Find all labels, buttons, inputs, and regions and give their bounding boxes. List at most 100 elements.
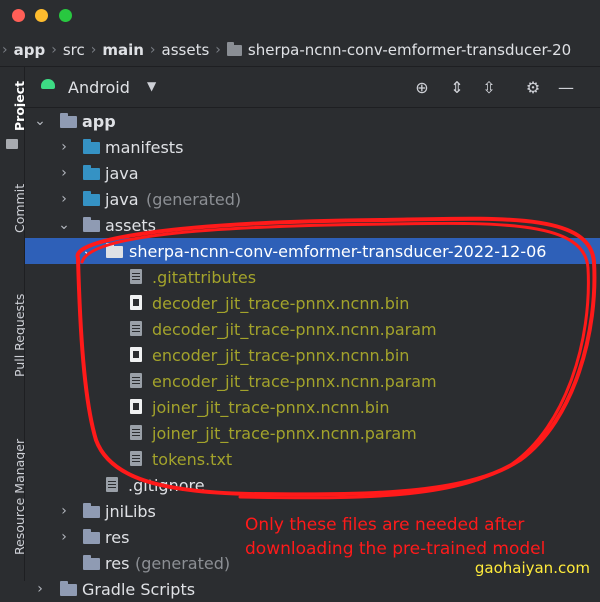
breadcrumb-app-label: app — [13, 41, 46, 59]
module-folder-icon — [60, 113, 77, 128]
tree-item-label: java — [105, 189, 139, 209]
text-file-icon — [130, 321, 142, 336]
chevron-down-icon[interactable]: ⌄ — [57, 217, 71, 233]
tree-item-label: app — [82, 111, 116, 131]
breadcrumb-main-label: main — [102, 41, 144, 59]
project-toolbar: Android ▼ ⊕ ⇕ ⇳ ⚙ — — [25, 67, 600, 108]
breadcrumb-app[interactable]: app — [10, 41, 50, 59]
tree-item-file[interactable]: .gitattributes — [25, 264, 600, 290]
tree-item-file[interactable]: joiner_jit_trace-pnnx.ncnn.param — [25, 420, 600, 446]
chevron-right-icon[interactable]: › — [57, 139, 71, 155]
tree-item-label: decoder_jit_trace-pnnx.ncnn.bin — [152, 293, 410, 313]
breadcrumb: › app › src › main › assets › sherpa-ncn… — [0, 34, 600, 67]
tree-item-java-generated[interactable]: › java (generated) — [25, 186, 600, 212]
tree-item-label: .gitattributes — [152, 267, 257, 287]
tree-item-label: joiner_jit_trace-pnnx.ncnn.param — [152, 423, 417, 443]
chevron-down-icon[interactable]: ⌄ — [81, 243, 95, 259]
window-titlebar — [0, 0, 600, 32]
folder-icon — [83, 503, 100, 518]
breadcrumb-model-folder[interactable]: sherpa-ncnn-conv-emformer-transducer-20 — [223, 41, 575, 59]
generated-suffix: (generated) — [146, 189, 242, 209]
tree-item-java[interactable]: › java — [25, 160, 600, 186]
folder-icon — [226, 41, 242, 56]
chevron-down-icon[interactable]: ⌄ — [33, 113, 47, 129]
tree-item-label: res — [105, 553, 130, 573]
text-file-icon — [106, 477, 118, 492]
tree-item-label: encoder_jit_trace-pnnx.ncnn.param — [152, 371, 437, 391]
tree-item-app[interactable]: ⌄ app — [25, 108, 600, 134]
collapse-all-icon[interactable]: ⇳ — [478, 76, 500, 98]
tree-item-label: jniLibs — [105, 501, 156, 521]
text-file-icon — [130, 373, 142, 388]
tree-item-label: sherpa-ncnn-conv-emformer-transducer-202… — [129, 241, 547, 261]
tree-item-file[interactable]: decoder_jit_trace-pnnx.ncnn.param — [25, 316, 600, 342]
annotation-note: Only these files are needed after downlo… — [245, 513, 545, 561]
tree-item-file[interactable]: decoder_jit_trace-pnnx.ncnn.bin — [25, 290, 600, 316]
chevron-right-icon: › — [2, 42, 8, 58]
breadcrumb-main[interactable]: main — [98, 41, 148, 59]
gear-icon[interactable]: ⚙ — [522, 76, 544, 98]
tree-item-file[interactable]: joiner_jit_trace-pnnx.ncnn.bin — [25, 394, 600, 420]
chevron-right-icon[interactable]: › — [33, 581, 47, 597]
folder-icon — [83, 217, 100, 232]
chevron-right-icon[interactable]: › — [57, 191, 71, 207]
annotation-line: Only these files are needed after — [245, 515, 525, 535]
breadcrumb-model-folder-label: sherpa-ncnn-conv-emformer-transducer-20 — [247, 41, 572, 59]
breadcrumb-assets-label: assets — [161, 41, 210, 59]
tree-item-manifests[interactable]: › manifests — [25, 134, 600, 160]
tree-item-model-folder[interactable]: ⌄ sherpa-ncnn-conv-emformer-transducer-2… — [25, 238, 600, 264]
zoom-window-button[interactable] — [59, 9, 72, 22]
folder-icon — [83, 139, 100, 154]
chevron-right-icon: › — [149, 42, 156, 58]
minimize-window-button[interactable] — [35, 9, 48, 22]
binary-file-icon — [130, 399, 142, 414]
tree-item-label: decoder_jit_trace-pnnx.ncnn.param — [152, 319, 437, 339]
chevron-down-icon[interactable]: ▼ — [147, 79, 156, 93]
chevron-right-icon: › — [215, 42, 221, 58]
tree-item-gitignore[interactable]: .gitignore — [25, 472, 600, 498]
breadcrumb-src[interactable]: src — [59, 41, 89, 59]
text-file-icon — [130, 269, 142, 284]
generated-suffix: (generated) — [135, 553, 231, 573]
tree-item-label: manifests — [105, 137, 184, 157]
binary-file-icon — [130, 347, 142, 362]
tree-item-label: res — [105, 527, 130, 547]
generated-folder-icon — [83, 555, 100, 570]
folder-icon — [83, 165, 100, 180]
folder-icon — [83, 529, 100, 544]
breadcrumb-assets[interactable]: assets — [158, 41, 214, 59]
tree-item-label: .gitignore — [128, 475, 205, 495]
tree-item-file[interactable]: tokens.txt — [25, 446, 600, 472]
chevron-right-icon[interactable]: › — [57, 503, 71, 519]
close-window-button[interactable] — [12, 9, 25, 22]
binary-file-icon — [130, 295, 142, 310]
view-selector[interactable]: Android — [68, 78, 130, 97]
tree-item-file[interactable]: encoder_jit_trace-pnnx.ncnn.param — [25, 368, 600, 394]
tree-item-file[interactable]: encoder_jit_trace-pnnx.ncnn.bin — [25, 342, 600, 368]
tree-item-gradle-scripts[interactable]: › Gradle Scripts — [25, 576, 600, 602]
locate-icon[interactable]: ⊕ — [411, 76, 433, 98]
tree-item-label: assets — [105, 215, 156, 235]
chevron-right-icon[interactable]: › — [57, 165, 71, 181]
tree-item-label: Gradle Scripts — [82, 579, 196, 599]
tree-item-label: tokens.txt — [152, 449, 233, 469]
tree-item-label: joiner_jit_trace-pnnx.ncnn.bin — [152, 397, 390, 417]
project-panel: Android ▼ ⊕ ⇕ ⇳ ⚙ — ⌄ app › manifests › … — [25, 67, 600, 599]
watermark: gaohaiyan.com — [474, 559, 590, 577]
generated-folder-icon — [83, 191, 100, 206]
annotation-line: downloading the pre-trained model — [245, 539, 546, 559]
text-file-icon — [130, 451, 142, 466]
tree-item-assets[interactable]: ⌄ assets — [25, 212, 600, 238]
tree-item-label: java — [105, 163, 139, 183]
text-file-icon — [130, 425, 142, 440]
chevron-right-icon: › — [51, 42, 57, 58]
android-icon — [41, 79, 55, 89]
expand-all-icon[interactable]: ⇕ — [446, 76, 468, 98]
chevron-right-icon[interactable]: › — [57, 529, 71, 545]
minimize-icon[interactable]: — — [555, 76, 577, 98]
folder-icon — [106, 243, 123, 258]
tree-item-label: encoder_jit_trace-pnnx.ncnn.bin — [152, 345, 410, 365]
gradle-icon — [60, 581, 77, 596]
tool-window-strip: Project Commit Pull Requests Resource Ma… — [0, 67, 27, 581]
chevron-right-icon: › — [90, 42, 97, 58]
